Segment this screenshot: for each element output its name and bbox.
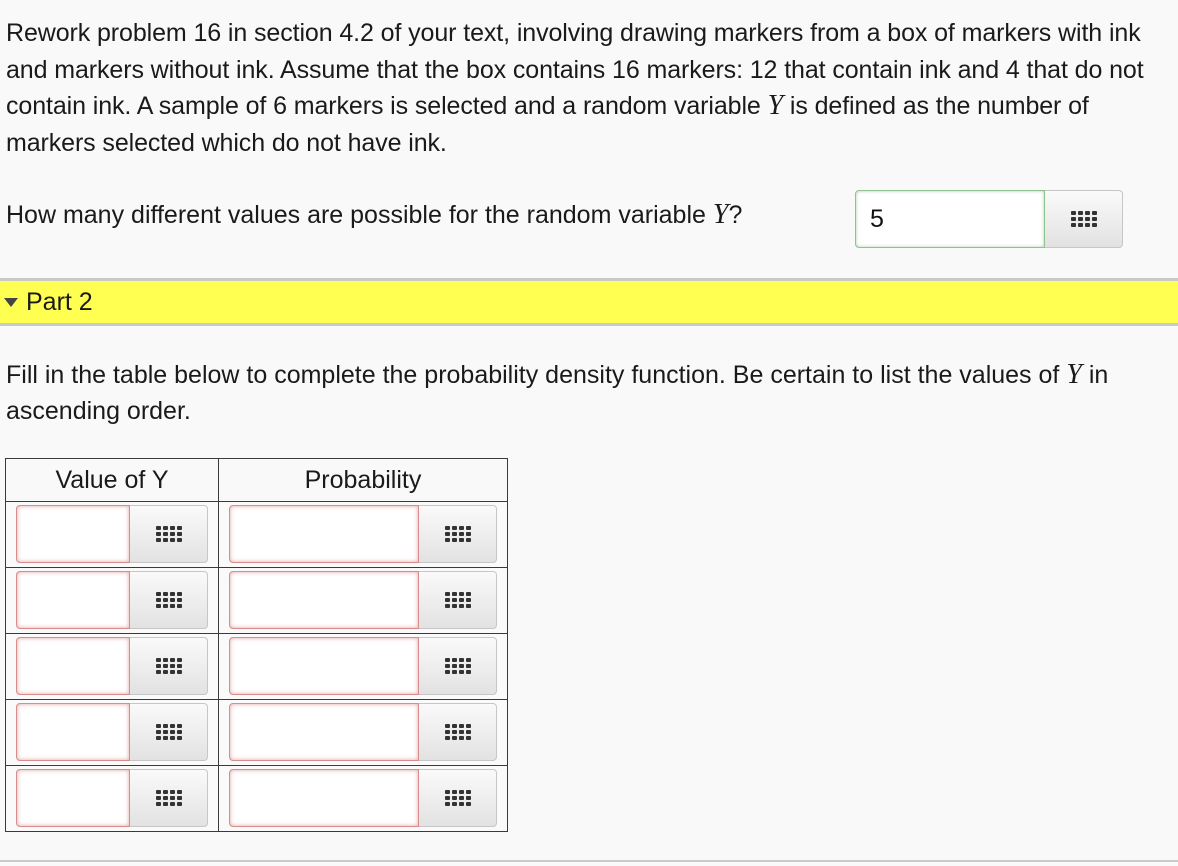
probability-cell [218, 567, 508, 634]
probability-input[interactable] [229, 571, 419, 629]
probability-cell [218, 633, 508, 700]
value-palette-button[interactable] [130, 769, 208, 827]
value-cell [5, 501, 219, 568]
probability-cell [218, 699, 508, 766]
keypad-grid-icon [444, 790, 471, 806]
column-header-probability: Probability [218, 458, 508, 502]
question-1-answer-group [855, 190, 1123, 248]
column-header-value: Value of Y [5, 458, 219, 502]
table-row [5, 633, 508, 700]
probability-palette-button[interactable] [419, 637, 497, 695]
keypad-grid-icon [1070, 211, 1097, 227]
part-2-header[interactable]: Part 2 [0, 278, 1178, 326]
probability-input[interactable] [229, 637, 419, 695]
question-1-label: How many different values are possible f… [6, 197, 742, 233]
probability-answer-group [229, 505, 497, 563]
value-input[interactable] [16, 637, 130, 695]
keypad-grid-icon [444, 724, 471, 740]
probability-cell [218, 501, 508, 568]
probability-input[interactable] [229, 703, 419, 761]
table-row [5, 501, 508, 568]
keypad-grid-icon [444, 526, 471, 542]
divider [0, 860, 1178, 862]
math-variable: Y [1066, 359, 1082, 390]
probability-answer-group [229, 637, 497, 695]
pdf-table: Value of Y Probability [5, 458, 508, 832]
probability-answer-group [229, 571, 497, 629]
value-input[interactable] [16, 703, 130, 761]
probability-palette-button[interactable] [419, 505, 497, 563]
question-1-prefix: How many different values are possible f… [6, 201, 713, 229]
probability-input[interactable] [229, 769, 419, 827]
question-1-answer-input[interactable] [855, 190, 1045, 248]
value-input[interactable] [16, 505, 130, 563]
probability-palette-button[interactable] [419, 769, 497, 827]
probability-input[interactable] [229, 505, 419, 563]
value-input[interactable] [16, 769, 130, 827]
value-answer-group [16, 637, 208, 695]
keypad-grid-icon [444, 592, 471, 608]
part-2-title: Part 2 [26, 287, 93, 316]
value-cell [5, 699, 219, 766]
value-cell [5, 633, 219, 700]
keypad-grid-icon [444, 658, 471, 674]
table-row [5, 765, 508, 832]
problem-statement: Rework problem 16 in section 4.2 of your… [6, 15, 1171, 161]
table-header-row: Value of Y Probability [5, 458, 508, 502]
value-answer-group [16, 769, 208, 827]
table-row [5, 567, 508, 634]
value-answer-group [16, 571, 208, 629]
math-variable: Y [712, 199, 729, 230]
problem-page: Rework problem 16 in section 4.2 of your… [0, 0, 1178, 866]
probability-cell [218, 765, 508, 832]
value-answer-group [16, 505, 208, 563]
probability-palette-button[interactable] [419, 703, 497, 761]
probability-answer-group [229, 703, 497, 761]
value-cell [5, 567, 219, 634]
caret-down-icon [4, 298, 18, 307]
value-input[interactable] [16, 571, 130, 629]
value-palette-button[interactable] [130, 571, 208, 629]
question-1-suffix: ? [728, 201, 743, 229]
value-palette-button[interactable] [130, 637, 208, 695]
keypad-grid-icon [155, 526, 182, 542]
value-answer-group [16, 703, 208, 761]
instructions-prefix: Fill in the table below to complete the … [6, 361, 1067, 389]
keypad-grid-icon [155, 592, 182, 608]
value-palette-button[interactable] [130, 703, 208, 761]
math-variable: Y [767, 90, 784, 121]
table-row [5, 699, 508, 766]
keypad-grid-icon [155, 658, 182, 674]
probability-answer-group [229, 769, 497, 827]
keypad-grid-icon [155, 724, 182, 740]
value-palette-button[interactable] [130, 505, 208, 563]
probability-palette-button[interactable] [419, 571, 497, 629]
table-body [5, 501, 508, 832]
keypad-grid-icon [155, 790, 182, 806]
part-2-instructions: Fill in the table below to complete the … [6, 357, 1166, 429]
question-1-palette-button[interactable] [1045, 190, 1123, 248]
value-cell [5, 765, 219, 832]
